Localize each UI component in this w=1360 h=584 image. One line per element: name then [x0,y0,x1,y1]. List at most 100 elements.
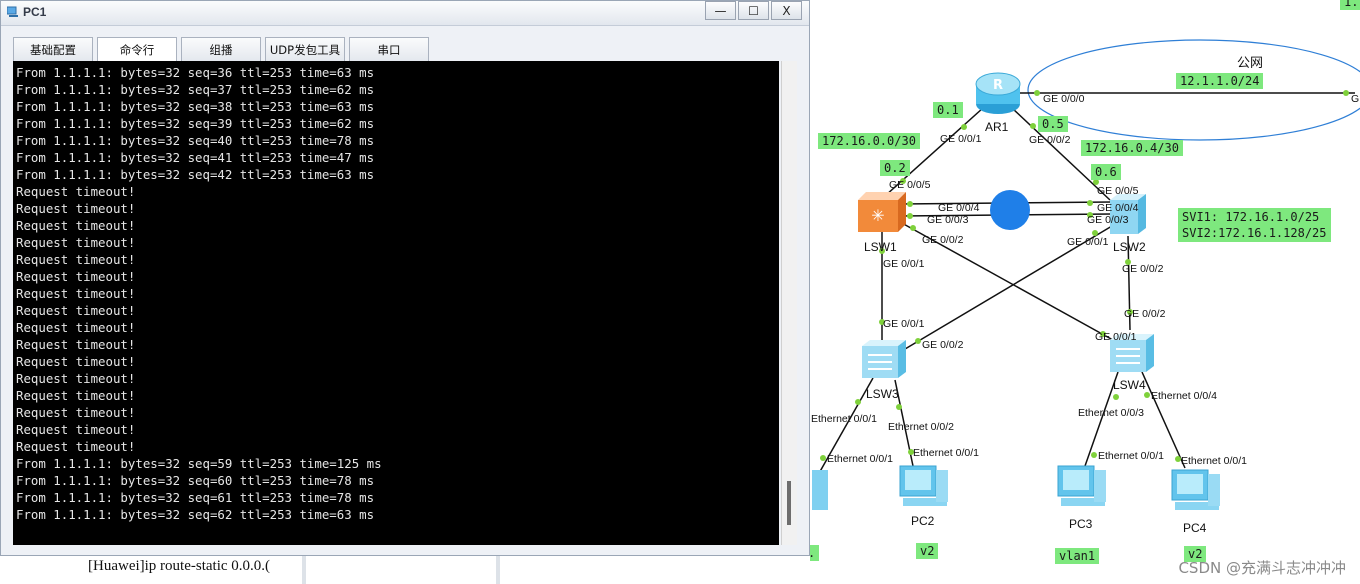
tab-command-line[interactable]: 命令行 [97,37,177,61]
port-label: GE 0/0/2 [1124,308,1166,320]
console-line: From 1.1.1.1: bytes=32 seq=61 ttl=253 ti… [16,490,375,505]
ip-label: 0.2 [880,160,910,176]
console-line: From 1.1.1.1: bytes=32 seq=38 ttl=253 ti… [16,99,375,114]
watermark: CSDN @充满斗志冲冲冲 [1178,559,1346,577]
device-label-lsw1: LSW1 [864,240,897,254]
port-label: GE 0/0/0 [1043,93,1085,105]
tab-serial[interactable]: 串口 [349,37,429,61]
net-label: 12.1.1.0/24 [1176,73,1264,89]
port-label: GE 0/0/2 [1122,263,1164,275]
console-line: From 1.1.1.1: bytes=32 seq=59 ttl=253 ti… [16,456,382,471]
stp-blocked-port-icon [990,190,1030,230]
pc-icon[interactable] [812,470,828,510]
console-line: Request timeout! [16,320,136,335]
port-label: GE 0/0/1 [940,133,982,145]
port-label: GE 0/0/3 [927,214,969,226]
svg-text:✳: ✳ [871,206,884,225]
console-line: Request timeout! [16,252,136,267]
port-label: Ethernet 0/0/2 [888,421,954,433]
pc-icon[interactable] [899,465,948,506]
port-label: Ethernet 0/0/1 [1181,455,1247,467]
net-label: 172.16.0.4/30 [1081,140,1183,156]
port-label: GE 0/0/1 [883,318,925,330]
console-line: Request timeout! [16,235,136,250]
svi-label: SVI1: 172.16.1.0/25 SVI2:172.16.1.128/25 [1178,208,1331,242]
pc1-window[interactable]: PC1 — ☐ X 基础配置 命令行 组播 UDP发包工具 串口 From 1.… [0,0,810,556]
core-switch-icon[interactable]: ✳ [858,192,906,232]
pc-icon[interactable] [1171,469,1220,510]
svi1-text: SVI1: 172.16.1.0/25 [1182,210,1320,224]
port-label: GE 0/0/5 [889,179,931,191]
console-line: From 1.1.1.1: bytes=32 seq=37 ttl=253 ti… [16,82,375,97]
net-label: 172.16.0.0/30 [818,133,920,149]
pc-icon[interactable] [1057,465,1106,506]
console-line: Request timeout! [16,371,136,386]
vlan-label: v2 [916,543,939,559]
divider [302,556,306,584]
scrollbar-thumb[interactable] [787,481,791,525]
port-label: GE 0/0/3 [1087,214,1129,226]
window-title: PC1 [23,5,47,19]
console-line: Request timeout! [16,286,136,301]
port-label: Ethernet 0/0/3 [1078,407,1144,419]
console-line: Request timeout! [16,269,136,284]
console-line: From 1.1.1.1: bytes=32 seq=39 ttl=253 ti… [16,116,375,131]
port-label: GE 0/0/1 [1067,236,1109,248]
console-line: Request timeout! [16,337,136,352]
console-line: Request timeout! [16,303,136,318]
console-output: From 1.1.1.1: bytes=32 seq=36 ttl=253 ti… [16,64,382,523]
svg-text:R: R [993,78,1003,93]
ip-label: 0.5 [1038,116,1068,132]
tab-basic-config[interactable]: 基础配置 [13,37,93,61]
router-icon[interactable]: R [975,72,1021,114]
port-label: GE 0/0/2 [922,234,964,246]
title-bar[interactable]: PC1 — ☐ X [1,1,809,26]
pc-app-icon [7,6,18,17]
minimize-button[interactable]: — [705,1,736,20]
console-scrollbar[interactable] [781,61,797,545]
console-line: From 1.1.1.1: bytes=32 seq=42 ttl=253 ti… [16,167,375,182]
ip-label: 0.6 [1091,164,1121,180]
public-network-cloud [1027,39,1360,141]
console-line: From 1.1.1.1: bytes=32 seq=62 ttl=253 ti… [16,507,375,522]
device-label-pc3: PC3 [1069,517,1093,531]
port-label: GE 0/0/1 [1095,331,1137,343]
console-line: Request timeout! [16,218,136,233]
maximize-icon: ☐ [748,3,759,18]
device-label-lsw2: LSW2 [1113,240,1146,254]
device-label-pc2: PC2 [911,514,935,528]
close-button[interactable]: X [771,1,802,20]
console-line: Request timeout! [16,354,136,369]
access-switch-icon[interactable] [862,340,906,378]
port-label: GE 0/0/1 [883,258,925,270]
port-label: Ethernet 0/0/1 [913,447,979,459]
port-label: GE 0/0/4 [938,202,980,214]
close-icon: X [782,3,791,18]
tab-multicast[interactable]: 组播 [181,37,261,61]
port-label: Ethernet 0/0/1 [811,413,877,425]
console-line: From 1.1.1.1: bytes=32 seq=60 ttl=253 ti… [16,473,375,488]
cloud-label: 公网 [1237,55,1264,70]
vlan-label: vlan1 [1055,548,1100,564]
console-line: Request timeout! [16,184,136,199]
command-console[interactable]: From 1.1.1.1: bytes=32 seq=36 ttl=253 ti… [13,61,779,545]
maximize-button[interactable]: ☐ [738,1,769,20]
background-command-text: [Huawei]ip route-static 0.0.0.( [88,558,271,574]
port-label: Ethernet 0/0/4 [1151,390,1217,402]
tab-udp-tool[interactable]: UDP发包工具 [265,37,345,61]
device-label-lsw4: LSW4 [1113,378,1146,392]
device-label-lsw3: LSW3 [866,387,899,401]
net-label: 1. [1340,0,1360,10]
port-label: GE 0/0/5 [1097,185,1139,197]
console-line: Request timeout! [16,405,136,420]
console-line: From 1.1.1.1: bytes=32 seq=40 ttl=253 ti… [16,133,375,148]
ip-label: 0.1 [933,102,963,118]
console-line: Request timeout! [16,422,136,437]
port-label: GE 0/0/2 [922,339,964,351]
port-label: Ethernet 0/0/1 [1098,450,1164,462]
port-label: G [1351,93,1360,105]
device-label-pc4: PC4 [1183,521,1207,535]
port-label: GE 0/0/4 [1097,202,1139,214]
port-label: GE 0/0/2 [1029,134,1071,146]
console-line: From 1.1.1.1: bytes=32 seq=41 ttl=253 ti… [16,150,375,165]
